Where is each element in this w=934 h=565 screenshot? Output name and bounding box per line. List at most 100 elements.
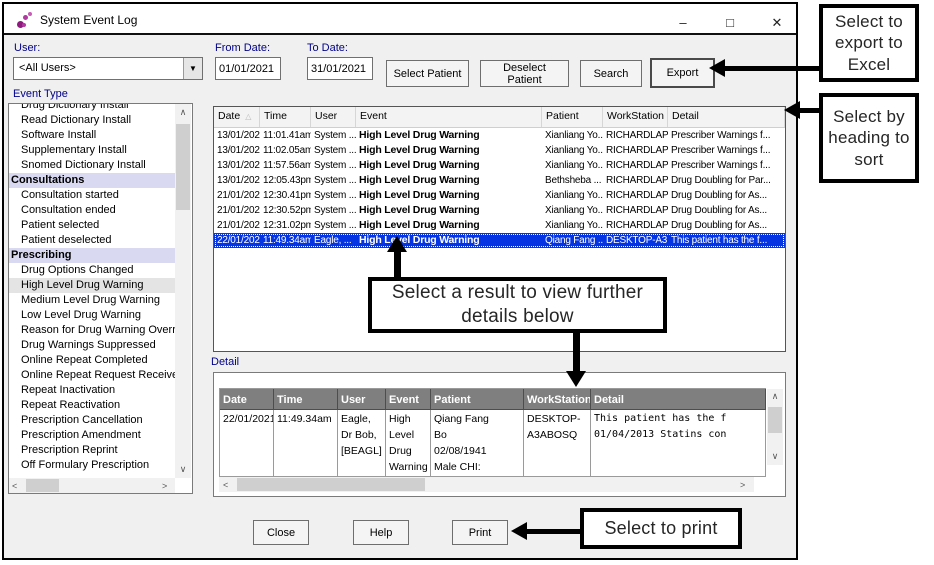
cell-patient: Xianliang Yo... xyxy=(542,203,603,218)
detail-hscrollbar[interactable]: < > xyxy=(219,477,754,492)
event-type-item[interactable]: High Level Drug Warning xyxy=(9,278,175,293)
event-type-listbox: Drug Dictionary InstallRead Dictionary I… xyxy=(8,103,193,494)
column-header-event[interactable]: Event xyxy=(356,107,542,127)
detail-cell-workstation: DESKTOP- A3ABOSQ xyxy=(524,410,591,477)
hscroll-thumb[interactable] xyxy=(26,479,59,492)
column-header-label: Patient xyxy=(546,110,579,122)
event-row[interactable]: 21/01/202112:30.52pmSystem ...High Level… xyxy=(214,203,785,218)
from-date-field[interactable] xyxy=(215,57,281,80)
event-type-item[interactable]: Prescription Reprint xyxy=(9,443,175,458)
detail-column-header-time: Time xyxy=(274,389,338,410)
detail-cell-event: High Level Drug Warning xyxy=(386,410,431,477)
select-patient-button[interactable]: Select Patient xyxy=(386,60,469,87)
detail-cell-date: 22/01/2021 xyxy=(220,410,274,477)
column-header-patient[interactable]: Patient xyxy=(542,107,603,127)
result-arrow-up-head xyxy=(387,236,407,252)
column-header-workstation[interactable]: WorkStation xyxy=(603,107,668,127)
result-annotation: Select a result to view further details … xyxy=(368,277,667,333)
event-type-item[interactable]: Repeat Inactivation xyxy=(9,383,175,398)
scroll-right-icon[interactable]: > xyxy=(162,481,167,491)
detail-grid-row[interactable]: 22/01/202111:49.34amEagle, Dr Bob, [BEAG… xyxy=(220,410,766,477)
event-type-item[interactable]: Software Install xyxy=(9,128,175,143)
event-type-item[interactable]: Prescription Amendment xyxy=(9,428,175,443)
event-row[interactable]: 13/01/202111:01.41amSystem ...High Level… xyxy=(214,128,785,143)
help-button[interactable]: Help xyxy=(353,520,409,545)
event-type-item[interactable]: Snomed Dictionary Install xyxy=(9,158,175,173)
event-type-item[interactable]: Low Level Drug Warning xyxy=(9,308,175,323)
close-button[interactable]: Close xyxy=(253,520,309,545)
to-date-field[interactable] xyxy=(307,57,373,80)
cell-date: 21/01/2021 xyxy=(214,203,260,218)
cell-event: High Level Drug Warning xyxy=(356,218,542,233)
scroll-down-icon[interactable]: ∨ xyxy=(767,451,783,462)
vscroll-thumb[interactable] xyxy=(176,124,190,210)
scroll-up-icon[interactable]: ∧ xyxy=(767,391,783,402)
event-type-category[interactable]: Consultations xyxy=(9,173,175,188)
event-row[interactable]: 13/01/202111:57.56amSystem ...High Level… xyxy=(214,158,785,173)
maximize-button[interactable]: □ xyxy=(715,12,745,34)
detail-cell-detail: This patient has the f 01/04/2013 Statin… xyxy=(591,410,766,477)
event-type-vscrollbar[interactable]: ∧ ∨ xyxy=(175,104,191,478)
cell-workstation: DESKTOP-A3... xyxy=(603,233,668,248)
cell-user: System ... xyxy=(311,158,356,173)
detail-vscrollbar[interactable]: ∧ ∨ xyxy=(767,389,783,465)
vscroll-thumb[interactable] xyxy=(768,407,782,433)
scroll-left-icon[interactable]: < xyxy=(223,480,228,490)
cell-event: High Level Drug Warning xyxy=(356,158,542,173)
detail-cell-user: Eagle, Dr Bob, [BEAGL] xyxy=(338,410,386,477)
cell-patient: Xianliang Yo... xyxy=(542,158,603,173)
column-header-detail[interactable]: Detail xyxy=(668,107,785,127)
event-type-item[interactable]: Online Repeat Request Receive xyxy=(9,368,175,383)
event-type-item[interactable]: Consultation started xyxy=(9,188,175,203)
minimize-button[interactable]: – xyxy=(668,12,698,34)
detail-label: Detail xyxy=(211,356,239,368)
event-type-item[interactable]: Patient selected xyxy=(9,218,175,233)
cell-workstation: RICHARDLAP... xyxy=(603,218,668,233)
event-type-item[interactable]: Drug Warnings Suppressed xyxy=(9,338,175,353)
chevron-down-icon[interactable]: ▼ xyxy=(183,58,202,79)
event-type-item[interactable]: Off Formulary Prescription xyxy=(9,458,175,473)
cell-date: 13/01/2021 xyxy=(214,128,260,143)
hscroll-thumb[interactable] xyxy=(237,478,425,491)
user-dropdown[interactable]: <All Users> ▼ xyxy=(13,57,203,80)
cell-user: System ... xyxy=(311,203,356,218)
deselect-patient-button[interactable]: Deselect Patient xyxy=(480,60,569,87)
detail-column-header-event: Event xyxy=(386,389,431,410)
cell-user: System ... xyxy=(311,143,356,158)
detail-cell-time: 11:49.34am xyxy=(274,410,338,477)
scroll-right-icon[interactable]: > xyxy=(740,480,745,490)
event-type-item[interactable]: Patient deselected xyxy=(9,233,175,248)
column-header-date[interactable]: Date△ xyxy=(214,107,260,127)
column-header-user[interactable]: User xyxy=(311,107,356,127)
scroll-up-icon[interactable]: ∧ xyxy=(175,107,191,118)
cell-time: 12:30.52pm xyxy=(260,203,311,218)
event-type-hscrollbar[interactable]: < > xyxy=(9,478,175,493)
column-header-time[interactable]: Time xyxy=(260,107,311,127)
event-row[interactable]: 13/01/202111:02.05amSystem ...High Level… xyxy=(214,143,785,158)
search-button[interactable]: Search xyxy=(580,60,642,87)
event-type-item[interactable]: Repeat Reactivation xyxy=(9,398,175,413)
event-type-item[interactable]: Consultation ended xyxy=(9,203,175,218)
cell-time: 11:02.05am xyxy=(260,143,311,158)
event-row-selected[interactable]: 22/01/202111:49.34amEagle, ...High Level… xyxy=(214,233,785,248)
event-type-item[interactable]: Drug Dictionary Install xyxy=(9,104,175,113)
detail-column-header-user: User xyxy=(338,389,386,410)
event-type-item[interactable]: Medium Level Drug Warning xyxy=(9,293,175,308)
scroll-left-icon[interactable]: < xyxy=(12,481,17,491)
detail-column-header-workstation: WorkStation xyxy=(524,389,591,410)
event-type-item[interactable]: Supplementary Install xyxy=(9,143,175,158)
event-type-category[interactable]: Prescribing xyxy=(9,248,175,263)
event-type-item[interactable]: Drug Options Changed xyxy=(9,263,175,278)
export-button[interactable]: Export xyxy=(650,58,715,88)
event-row[interactable]: 21/01/202112:31.02pmSystem ...High Level… xyxy=(214,218,785,233)
event-row[interactable]: 13/01/202112:05.43pmSystem ...High Level… xyxy=(214,173,785,188)
scroll-down-icon[interactable]: ∨ xyxy=(175,464,191,475)
print-button[interactable]: Print xyxy=(452,520,508,545)
user-dropdown-value: <All Users> xyxy=(19,62,76,74)
event-type-item[interactable]: Reason for Drug Warning Overri xyxy=(9,323,175,338)
event-type-item[interactable]: Read Dictionary Install xyxy=(9,113,175,128)
event-row[interactable]: 21/01/202112:30.41pmSystem ...High Level… xyxy=(214,188,785,203)
event-type-item[interactable]: Prescription Cancellation xyxy=(9,413,175,428)
event-type-item[interactable]: Online Repeat Completed xyxy=(9,353,175,368)
close-window-button[interactable]: ✕ xyxy=(762,12,792,34)
